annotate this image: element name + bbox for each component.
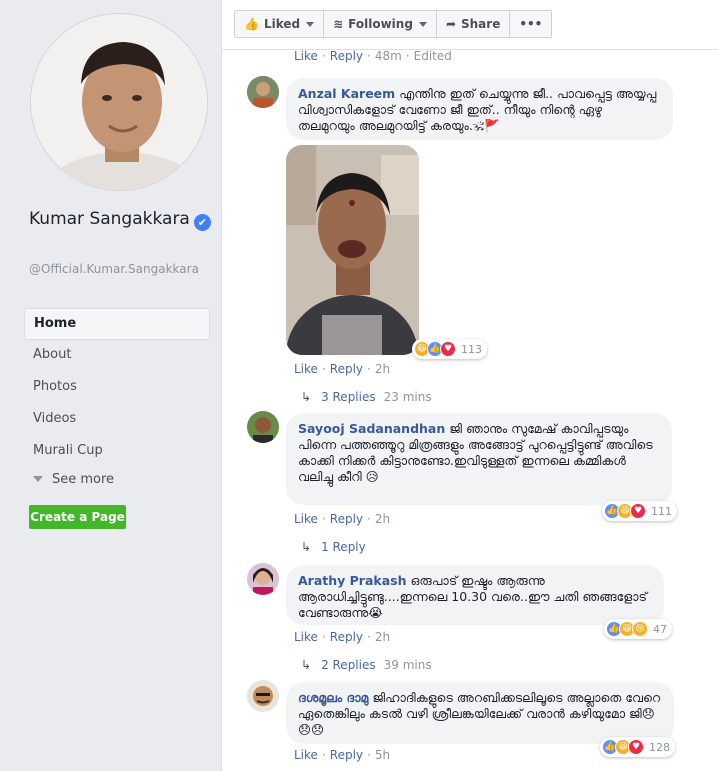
like-link[interactable]: Like: [294, 512, 318, 526]
chevron-down-icon: [418, 21, 427, 27]
profile-avatar[interactable]: [30, 13, 208, 191]
page-name-text[interactable]: Kumar Sangakkara: [29, 209, 190, 229]
share-label: Share: [461, 17, 501, 31]
share-button[interactable]: ➦ Share: [437, 11, 511, 37]
reply-arrow-icon: ↳: [301, 658, 312, 672]
like-link[interactable]: Like: [294, 49, 318, 63]
view-replies-link[interactable]: ↳ 2 Replies 39 mins: [301, 658, 432, 672]
create-page-button[interactable]: Create a Page: [29, 505, 126, 529]
comment-time[interactable]: 2h: [375, 630, 390, 644]
more-options-button[interactable]: •••: [510, 11, 551, 37]
comment-photo-image: [286, 145, 419, 355]
verified-badge-icon: ✔: [193, 214, 211, 231]
reaction-summary[interactable]: 👍 😆 ♥ 111: [602, 501, 677, 521]
nav-item-about[interactable]: About: [24, 340, 210, 372]
page-handle[interactable]: @Official.Kumar.Sangakkara: [29, 262, 215, 277]
rss-icon: ≋: [333, 17, 344, 31]
reply-arrow-icon: ↳: [301, 540, 312, 554]
like-link[interactable]: Like: [294, 362, 318, 376]
comment-actions: Like · Reply · 2h: [294, 362, 391, 376]
avatar[interactable]: [247, 76, 279, 108]
avatar[interactable]: [247, 411, 279, 443]
nav-item-home[interactable]: Home: [24, 308, 210, 340]
page-name[interactable]: Kumar Sangakkara ✔: [29, 207, 214, 232]
comment-bubble: Sayooj Sadanandhan ജി ഞാനും സുമേഷ് കാവിപ്…: [286, 413, 672, 505]
reaction-summary[interactable]: 👍 😆 ♥ 128: [600, 737, 675, 757]
view-replies-link[interactable]: ↳ 3 Replies 23 mins: [301, 390, 432, 404]
liked-label: Liked: [263, 17, 301, 31]
comment-author[interactable]: Sayooj Sadanandhan: [298, 421, 445, 436]
like-link[interactable]: Like: [294, 748, 318, 762]
reaction-summary[interactable]: 👍 😆 😢 47: [604, 619, 672, 639]
reaction-count: 128: [649, 740, 670, 754]
reply-link[interactable]: Reply: [330, 49, 363, 63]
comment-bubble: Arathy Prakash ഒരുപാട് ഇഷ്ടം ആരുന്നു ആരാധ…: [286, 565, 664, 625]
see-more-label: See more: [52, 472, 115, 487]
share-arrow-icon: ➦: [445, 17, 456, 31]
nav-item-murali-cup[interactable]: Murali Cup: [24, 436, 210, 468]
comment-bubble: Anzal Kareem എന്തിനു ഇത് ചെയ്യുന്നു ജീ.. …: [286, 78, 673, 140]
left-sidebar: Kumar Sangakkara ✔ @Official.Kumar.Sangak…: [0, 0, 220, 771]
chevron-down-icon: [306, 21, 315, 27]
avatar-image: [247, 76, 279, 108]
replies-time: 39 mins: [383, 658, 432, 672]
profile-photo: [31, 14, 207, 190]
reaction-count: 113: [461, 342, 482, 356]
comment-actions: Like · Reply · 2h: [294, 630, 391, 644]
page-nav: Home About Photos Videos Murali Cup See …: [24, 308, 210, 492]
reply-link[interactable]: Reply: [330, 512, 363, 526]
comment-time[interactable]: 2h: [375, 512, 390, 526]
reaction-summary[interactable]: 😆 👍 ♥ 113: [412, 339, 487, 359]
nav-item-videos[interactable]: Videos: [24, 404, 210, 436]
reaction-count: 47: [653, 622, 667, 636]
comment-author[interactable]: Anzal Kareem: [298, 86, 395, 101]
thumbs-up-icon: 👍: [244, 17, 259, 31]
reply-arrow-icon: ↳: [301, 390, 312, 404]
like-link[interactable]: Like: [294, 630, 318, 644]
replies-count: 2 Replies: [321, 658, 376, 672]
comment-actions: Like · Reply · 5h: [294, 748, 391, 762]
caret-down-icon: [33, 476, 43, 482]
reply-link[interactable]: Reply: [330, 362, 363, 376]
divider: [222, 49, 718, 50]
comment-time[interactable]: 5h: [375, 748, 390, 762]
reaction-count: 111: [651, 504, 672, 518]
view-replies-link[interactable]: ↳ 1 Reply: [301, 540, 366, 554]
liked-button[interactable]: 👍 Liked: [235, 11, 325, 37]
comments-panel: 👍 Liked ≋ Following ➦ Share ••• Like · Reply ·…: [221, 0, 718, 771]
love-reaction-icon: ♥: [440, 341, 456, 357]
comment-photo[interactable]: [286, 145, 419, 355]
love-reaction-icon: ♥: [630, 503, 646, 519]
avatar[interactable]: [247, 680, 279, 712]
comment-time[interactable]: 48m: [375, 49, 402, 63]
replies-time: 23 mins: [383, 390, 432, 404]
following-label: Following: [348, 17, 413, 31]
replies-count: 3 Replies: [321, 390, 376, 404]
sad-reaction-icon: 😢: [632, 621, 648, 637]
comment-author[interactable]: ദശമൂലം ദാമു: [298, 690, 368, 705]
see-more-link[interactable]: See more: [24, 468, 210, 492]
avatar[interactable]: [247, 563, 279, 595]
page-action-bar: 👍 Liked ≋ Following ➦ Share •••: [234, 10, 553, 38]
avatar-image: [247, 563, 279, 595]
avatar-image: [247, 680, 279, 712]
love-reaction-icon: ♥: [628, 739, 644, 755]
avatar-image: [247, 411, 279, 443]
nav-item-photos[interactable]: Photos: [24, 372, 210, 404]
comment-bubble: ദശമൂലം ദാമു ജിഹാദികളുടെ അറബിക്കടലിലൂടെ അല…: [286, 682, 674, 744]
comment-actions: Like · Reply · 2h: [294, 512, 391, 526]
reply-link[interactable]: Reply: [330, 748, 363, 762]
following-button[interactable]: ≋ Following: [324, 11, 437, 37]
edited-label: Edited: [413, 49, 452, 63]
reply-link[interactable]: Reply: [330, 630, 363, 644]
replies-count: 1 Reply: [321, 540, 366, 554]
comment-actions: Like · Reply · 48m · Edited: [294, 49, 452, 63]
comment-time[interactable]: 2h: [375, 362, 390, 376]
comment-author[interactable]: Arathy Prakash: [298, 573, 407, 588]
